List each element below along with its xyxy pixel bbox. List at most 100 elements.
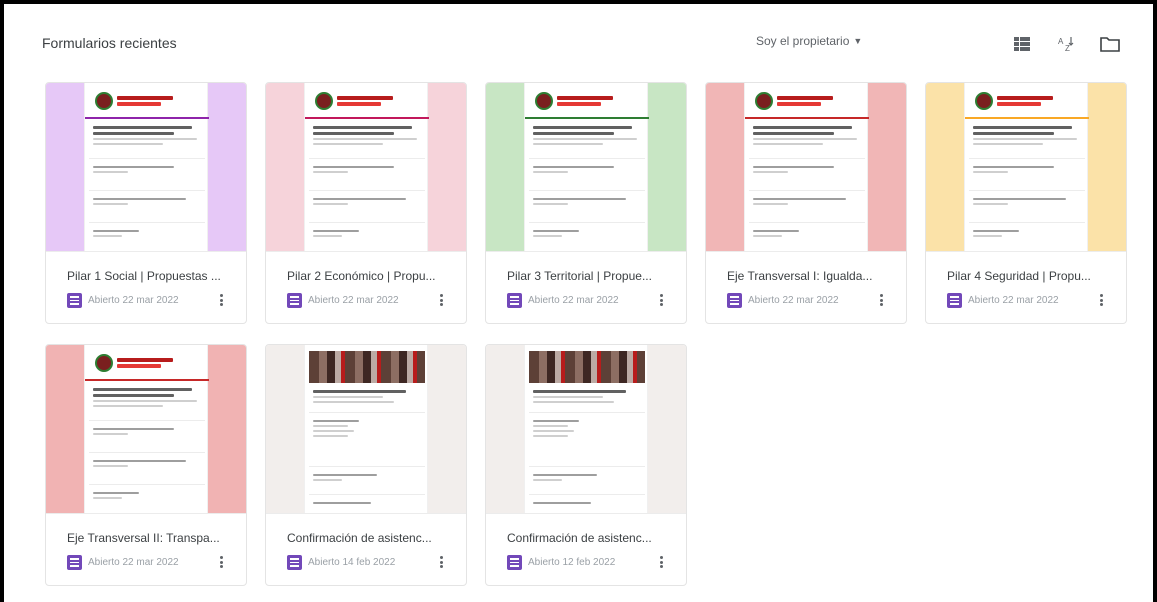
question-block: [89, 227, 205, 251]
question-block: [309, 471, 425, 495]
form-card[interactable]: Pilar 1 Social | Propuestas ... Abierto 2…: [45, 82, 247, 324]
form-meta: Abierto 22 mar 2022: [507, 293, 619, 308]
form-meta: Abierto 22 mar 2022: [67, 555, 179, 570]
form-card-footer: Pilar 4 Seguridad | Propu... Abierto 22 m…: [926, 251, 1126, 323]
form-title[interactable]: Eje Transversal II: Transpa...: [67, 531, 237, 545]
theme-accent-bar: [965, 117, 1089, 119]
header-photo: [309, 351, 425, 383]
form-title[interactable]: Eje Transversal I: Igualda...: [727, 269, 897, 283]
header-photo: [529, 351, 645, 383]
google-forms-icon: [947, 293, 962, 308]
more-options-icon[interactable]: [1096, 292, 1106, 308]
question-block: [969, 163, 1085, 191]
form-title[interactable]: Pilar 3 Territorial | Propue...: [507, 269, 677, 283]
form-card[interactable]: Pilar 3 Territorial | Propue... Abierto 2…: [485, 82, 687, 324]
section-title: Formularios recientes: [42, 35, 177, 51]
question-block: [529, 471, 645, 495]
form-thumbnail[interactable]: [706, 83, 906, 251]
google-forms-icon: [67, 555, 82, 570]
question-block: [969, 227, 1085, 251]
form-thumbnail[interactable]: [486, 83, 686, 251]
form-thumbnail[interactable]: [486, 345, 686, 513]
owner-filter-dropdown[interactable]: Soy el propietario ▼: [756, 34, 862, 48]
form-title-block: [309, 387, 425, 413]
form-thumbnail[interactable]: [46, 83, 246, 251]
opened-date: Abierto 22 mar 2022: [528, 295, 619, 306]
folder-icon[interactable]: [1098, 32, 1122, 56]
opened-date: Abierto 22 mar 2022: [308, 295, 399, 306]
form-title[interactable]: Confirmación de asistenc...: [287, 531, 457, 545]
app-frame: Formularios recientes Soy el propietario…: [0, 0, 1157, 602]
form-title-block: [529, 123, 645, 159]
more-options-icon[interactable]: [436, 292, 446, 308]
question-block: [309, 417, 425, 467]
form-title-block: [89, 123, 205, 159]
sort-az-icon[interactable]: AZ: [1054, 32, 1078, 56]
form-card-footer: Eje Transversal II: Transpa... Abierto 22…: [46, 513, 246, 585]
form-card-footer: Eje Transversal I: Igualda... Abierto 22 …: [706, 251, 906, 323]
form-meta: Abierto 12 feb 2022: [507, 555, 615, 570]
form-meta: Abierto 22 mar 2022: [67, 293, 179, 308]
form-title-block: [529, 387, 645, 413]
google-forms-icon: [67, 293, 82, 308]
form-thumbnail[interactable]: [46, 345, 246, 513]
list-view-icon[interactable]: [1010, 32, 1034, 56]
question-block: [89, 457, 205, 485]
opened-date: Abierto 22 mar 2022: [968, 295, 1059, 306]
question-block: [89, 163, 205, 191]
opened-date: Abierto 12 feb 2022: [528, 557, 616, 568]
more-options-icon[interactable]: [216, 292, 226, 308]
question-block: [749, 195, 865, 223]
chevron-down-icon: ▼: [853, 36, 863, 46]
form-card[interactable]: Eje Transversal I: Igualda... Abierto 22 …: [705, 82, 907, 324]
google-forms-icon: [727, 293, 742, 308]
opened-date: Abierto 22 mar 2022: [88, 295, 179, 306]
plan-logo: [975, 88, 1079, 114]
form-title-block: [89, 385, 205, 421]
form-card-footer: Confirmación de asistenc... Abierto 12 fe…: [486, 513, 686, 585]
owner-filter-label: Soy el propietario: [756, 34, 850, 48]
more-options-icon[interactable]: [436, 554, 446, 570]
view-tools: AZ: [1010, 32, 1122, 56]
theme-accent-bar: [525, 117, 649, 119]
form-card[interactable]: Confirmación de asistenc... Abierto 12 fe…: [485, 344, 687, 586]
form-preview-sheet: [304, 345, 428, 513]
opened-date: Abierto 14 feb 2022: [308, 557, 396, 568]
form-card-footer: Pilar 3 Territorial | Propue... Abierto 2…: [486, 251, 686, 323]
more-options-icon[interactable]: [656, 554, 666, 570]
google-forms-icon: [287, 293, 302, 308]
opened-date: Abierto 22 mar 2022: [88, 557, 179, 568]
more-options-icon[interactable]: [656, 292, 666, 308]
form-title[interactable]: Confirmación de asistenc...: [507, 531, 677, 545]
form-card-footer: Pilar 2 Económico | Propu... Abierto 22 m…: [266, 251, 466, 323]
opened-date: Abierto 22 mar 2022: [748, 295, 839, 306]
form-title[interactable]: Pilar 2 Económico | Propu...: [287, 269, 457, 283]
form-meta: Abierto 22 mar 2022: [287, 293, 399, 308]
theme-accent-bar: [745, 117, 869, 119]
google-forms-icon: [507, 293, 522, 308]
more-options-icon[interactable]: [216, 554, 226, 570]
form-title-block: [749, 123, 865, 159]
question-block: [309, 227, 425, 251]
form-card[interactable]: Pilar 4 Seguridad | Propu... Abierto 22 m…: [925, 82, 1127, 324]
form-meta: Abierto 22 mar 2022: [947, 293, 1059, 308]
form-thumbnail[interactable]: [266, 345, 466, 513]
form-preview-sheet: [524, 345, 648, 513]
form-title[interactable]: Pilar 4 Seguridad | Propu...: [947, 269, 1117, 283]
form-thumbnail[interactable]: [926, 83, 1126, 251]
form-card[interactable]: Pilar 2 Económico | Propu... Abierto 22 m…: [265, 82, 467, 324]
plan-logo: [95, 88, 199, 114]
form-card[interactable]: Eje Transversal II: Transpa... Abierto 22…: [45, 344, 247, 586]
question-block: [309, 195, 425, 223]
more-options-icon[interactable]: [876, 292, 886, 308]
form-title[interactable]: Pilar 1 Social | Propuestas ...: [67, 269, 237, 283]
svg-text:Z: Z: [1065, 44, 1070, 53]
form-preview-sheet: [304, 83, 429, 251]
svg-text:A: A: [1058, 37, 1064, 46]
form-preview-sheet: [744, 83, 869, 251]
form-thumbnail[interactable]: [266, 83, 466, 251]
google-forms-icon: [507, 555, 522, 570]
form-card[interactable]: Confirmación de asistenc... Abierto 14 fe…: [265, 344, 467, 586]
question-block: [89, 425, 205, 453]
question-block: [529, 227, 645, 251]
